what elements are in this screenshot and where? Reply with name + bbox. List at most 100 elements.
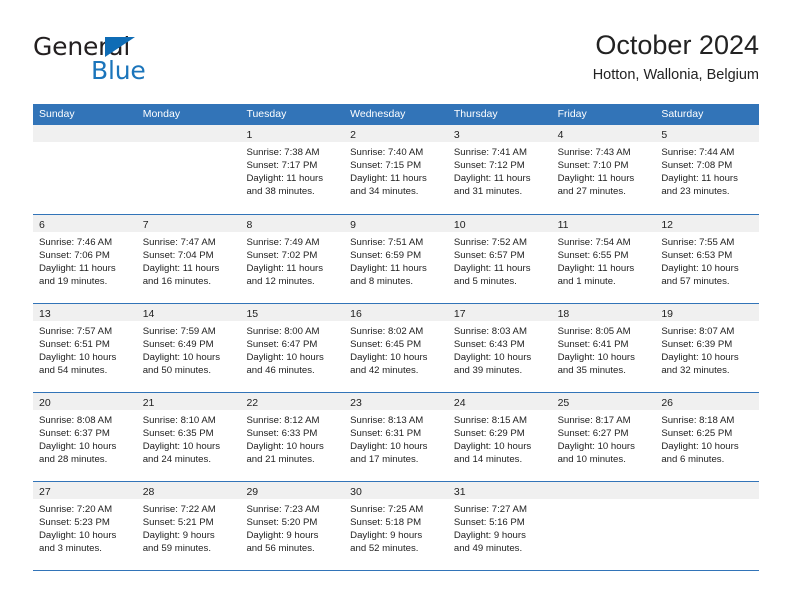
sunrise-text: Sunrise: 7:54 AM (557, 237, 631, 248)
weekday-header-wednesday: Wednesday (350, 108, 406, 120)
day-cell[interactable]: 12 Sunrise: 7:55 AM Sunset: 6:53 PM Dayligh… (655, 215, 760, 303)
day-cell[interactable]: 24 Sunrise: 8:15 AM Sunset: 6:29 PM Dayligh… (447, 393, 552, 481)
sunset-text: Sunset: 6:55 PM (557, 250, 629, 262)
daylight-text: Daylight: 10 hours (350, 352, 428, 364)
day-cell[interactable]: 19 Sunrise: 8:07 AM Sunset: 6:39 PM Dayligh… (655, 304, 760, 392)
weekday-header-sunday: Sunday (39, 108, 75, 120)
daylight-text: Daylight: 10 hours (453, 352, 532, 364)
day-cell[interactable]: 13 Sunrise: 7:57 AM Sunset: 6:51 PM Dayligh… (33, 304, 137, 392)
day-cell[interactable]: 3 Sunrise: 7:41 AM Sunset: 7:12 PM Daylight… (447, 125, 552, 214)
calendar-page: General Blue October 2024 Hotton, Wallon… (0, 0, 792, 612)
day-number-band: 29 (240, 482, 345, 499)
daylight-text-cont: and 31 minutes. (453, 186, 523, 198)
day-cell[interactable]: 23 Sunrise: 8:13 AM Sunset: 6:31 PM Dayligh… (344, 393, 448, 481)
general-blue-logo[interactable]: General Blue (33, 34, 233, 90)
daylight-text-cont: and 42 minutes. (350, 365, 419, 377)
day-number-band (655, 482, 760, 499)
day-number: 18 (557, 308, 570, 320)
daylight-text: Daylight: 11 hours (557, 263, 635, 275)
day-cell[interactable]: 5 Sunrise: 7:44 AM Sunset: 7:08 PM Daylight… (655, 125, 760, 214)
day-number: 14 (142, 308, 155, 320)
day-details (552, 499, 656, 503)
day-cell[interactable]: 11 Sunrise: 7:54 AM Sunset: 6:55 PM Dayligh… (551, 215, 656, 303)
page-title: October 2024 (595, 30, 759, 60)
daylight-text: Daylight: 10 hours (557, 352, 635, 364)
day-cell[interactable]: 17 Sunrise: 8:03 AM Sunset: 6:43 PM Dayligh… (447, 304, 552, 392)
day-cell[interactable]: 16 Sunrise: 8:02 AM Sunset: 6:45 PM Dayligh… (344, 304, 448, 392)
day-cell[interactable]: 28 Sunrise: 7:22 AM Sunset: 5:21 PM Dayligh… (136, 482, 241, 570)
day-number-band (136, 125, 241, 142)
sunset-text: Sunset: 7:12 PM (453, 160, 525, 172)
logo-text-blue: Blue (91, 56, 146, 85)
day-number-band: 9 (344, 215, 448, 232)
day-number-band: 1 (240, 125, 345, 142)
daylight-text-cont: and 1 minute. (557, 276, 616, 288)
weekday-header-friday: Friday (557, 108, 587, 120)
sunrise-text: Sunrise: 8:07 AM (661, 326, 735, 337)
daylight-text: Daylight: 10 hours (246, 352, 324, 364)
day-number-band (33, 125, 137, 142)
day-cell[interactable]: 2 Sunrise: 7:40 AM Sunset: 7:15 PM Daylight… (344, 125, 448, 214)
daylight-text-cont: and 59 minutes. (142, 543, 211, 555)
daylight-text: Daylight: 11 hours (661, 173, 738, 185)
day-details: Sunrise: 7:38 AM Sunset: 7:17 PM Daylight:… (240, 142, 344, 198)
day-cell[interactable]: 8 Sunrise: 7:49 AM Sunset: 7:02 PM Daylight… (240, 215, 345, 303)
day-details: Sunrise: 8:15 AM Sunset: 6:29 PM Daylight:… (448, 410, 552, 466)
day-cell[interactable]: 7 Sunrise: 7:47 AM Sunset: 7:04 PM Daylight… (136, 215, 241, 303)
day-number-band: 15 (240, 304, 345, 321)
day-number-band: 6 (33, 215, 137, 232)
day-cell[interactable]: 26 Sunrise: 8:18 AM Sunset: 6:25 PM Dayligh… (655, 393, 760, 481)
sunrise-text: Sunrise: 7:59 AM (142, 326, 216, 337)
day-number: 27 (39, 486, 51, 498)
day-details: Sunrise: 7:55 AM Sunset: 6:53 PM Daylight:… (655, 232, 759, 288)
sunset-text: Sunset: 6:31 PM (350, 428, 422, 440)
day-details: Sunrise: 7:52 AM Sunset: 6:57 PM Daylight:… (448, 232, 552, 288)
day-cell[interactable]: 18 Sunrise: 8:05 AM Sunset: 6:41 PM Dayligh… (551, 304, 656, 392)
day-details: Sunrise: 7:22 AM Sunset: 5:21 PM Daylight:… (137, 499, 241, 555)
daylight-text: Daylight: 10 hours (557, 441, 635, 453)
day-cell[interactable]: 1 Sunrise: 7:38 AM Sunset: 7:17 PM Daylight… (240, 125, 345, 214)
day-cell[interactable]: 14 Sunrise: 7:59 AM Sunset: 6:49 PM Dayligh… (136, 304, 241, 392)
sunset-text: Sunset: 7:04 PM (142, 250, 214, 262)
weekday-header-thursday: Thursday (453, 108, 498, 120)
daylight-text: Daylight: 11 hours (453, 263, 531, 275)
day-details: Sunrise: 8:00 AM Sunset: 6:47 PM Daylight:… (240, 321, 344, 377)
day-number-band: 7 (136, 215, 241, 232)
day-cell[interactable]: 9 Sunrise: 7:51 AM Sunset: 6:59 PM Daylight… (344, 215, 448, 303)
day-cell[interactable]: 15 Sunrise: 8:00 AM Sunset: 6:47 PM Dayligh… (240, 304, 345, 392)
daylight-text-cont: and 8 minutes. (350, 276, 414, 288)
day-cell[interactable]: 10 Sunrise: 7:52 AM Sunset: 6:57 PM Dayligh… (447, 215, 552, 303)
day-cell[interactable]: 29 Sunrise: 7:23 AM Sunset: 5:20 PM Dayligh… (240, 482, 345, 570)
day-details: Sunrise: 8:03 AM Sunset: 6:43 PM Daylight:… (448, 321, 552, 377)
day-number: 22 (246, 397, 259, 409)
day-cell[interactable]: 4 Sunrise: 7:43 AM Sunset: 7:10 PM Daylight… (551, 125, 656, 214)
day-cell[interactable]: 27 Sunrise: 7:20 AM Sunset: 5:23 PM Dayligh… (33, 482, 137, 570)
day-number: 15 (246, 308, 259, 320)
day-number-band: 17 (447, 304, 552, 321)
daylight-text-cont: and 28 minutes. (39, 454, 108, 466)
sunrise-text: Sunrise: 7:40 AM (350, 147, 424, 158)
day-number-band: 25 (551, 393, 656, 410)
sunrise-text: Sunrise: 8:15 AM (453, 415, 527, 426)
day-cell[interactable]: 6 Sunrise: 7:46 AM Sunset: 7:06 PM Daylight… (33, 215, 137, 303)
day-number: 10 (453, 219, 466, 231)
sunset-text: Sunset: 6:45 PM (350, 339, 422, 351)
day-cell[interactable]: 25 Sunrise: 8:17 AM Sunset: 6:27 PM Dayligh… (551, 393, 656, 481)
logo-triangle-icon (105, 37, 135, 57)
sunset-text: Sunset: 5:18 PM (350, 517, 422, 529)
day-number: 3 (453, 129, 460, 141)
day-number-band: 5 (655, 125, 760, 142)
day-cell[interactable]: 31 Sunrise: 7:27 AM Sunset: 5:16 PM Dayligh… (447, 482, 552, 570)
sunrise-text: Sunrise: 7:55 AM (661, 237, 735, 248)
day-cell[interactable]: 22 Sunrise: 8:12 AM Sunset: 6:33 PM Dayligh… (240, 393, 345, 481)
day-cell-empty (551, 482, 656, 570)
sunrise-text: Sunrise: 7:57 AM (39, 326, 113, 337)
day-cell[interactable]: 21 Sunrise: 8:10 AM Sunset: 6:35 PM Dayligh… (136, 393, 241, 481)
sunset-text: Sunset: 7:06 PM (39, 250, 110, 262)
day-number-band: 31 (447, 482, 552, 499)
day-details: Sunrise: 7:49 AM Sunset: 7:02 PM Daylight:… (240, 232, 344, 288)
day-cell[interactable]: 20 Sunrise: 8:08 AM Sunset: 6:37 PM Dayligh… (33, 393, 137, 481)
sunset-text: Sunset: 6:57 PM (453, 250, 525, 262)
daylight-text: Daylight: 10 hours (39, 352, 117, 364)
day-cell[interactable]: 30 Sunrise: 7:25 AM Sunset: 5:18 PM Dayligh… (344, 482, 448, 570)
